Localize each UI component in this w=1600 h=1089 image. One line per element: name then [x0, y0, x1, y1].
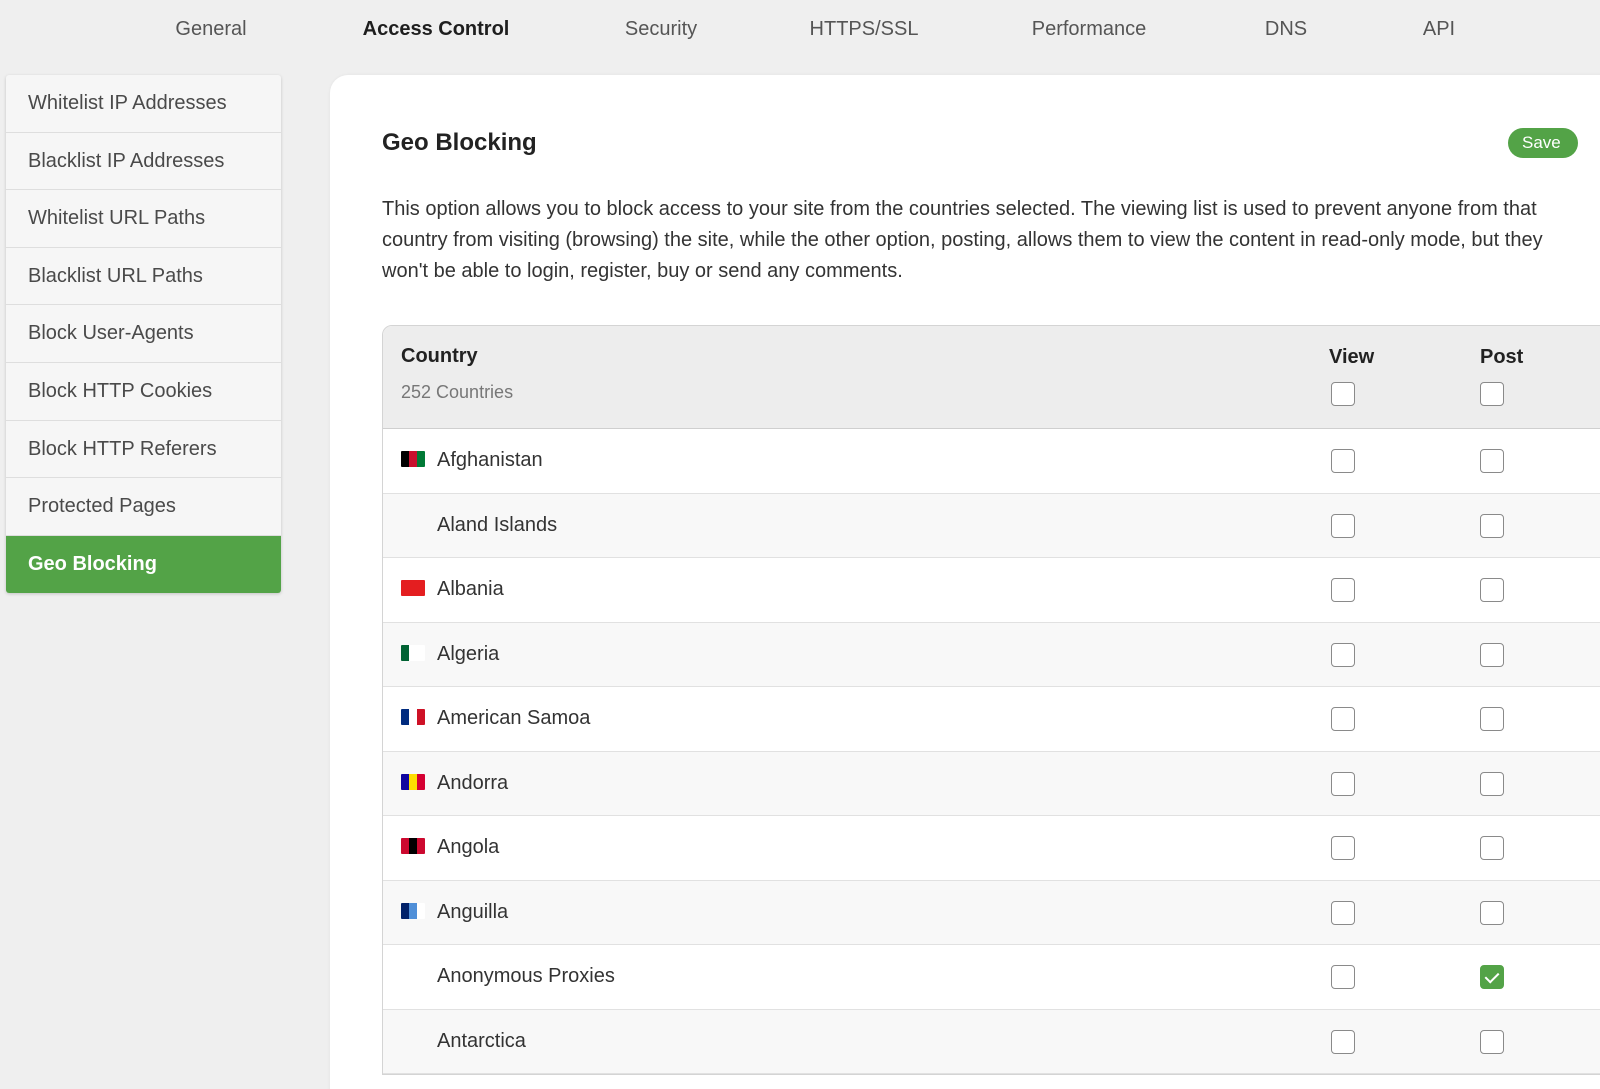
view-select-all-checkbox[interactable] [1331, 382, 1355, 406]
table-row: Andorra [383, 751, 1600, 816]
view-checkbox[interactable] [1331, 836, 1355, 860]
view-checkbox[interactable] [1331, 513, 1355, 538]
country-name: Aland Islands [437, 513, 558, 536]
view-checkbox[interactable] [1331, 578, 1355, 602]
country-flag-icon [401, 580, 425, 596]
post-checkbox[interactable] [1480, 965, 1504, 989]
view-checkbox[interactable] [1331, 449, 1355, 473]
post-checkbox[interactable] [1480, 1029, 1504, 1054]
country-name: Anguilla [437, 900, 509, 923]
country-flag-icon [401, 902, 425, 919]
page-title: Geo Blocking [382, 129, 537, 156]
table-row: Albania [383, 558, 1600, 623]
table-row: Angola [383, 816, 1600, 881]
table-row: Algeria [383, 622, 1600, 687]
country-column-header: Country [401, 345, 478, 367]
sidebar-item-block-http-referers[interactable]: Block HTTP Referers [6, 421, 281, 479]
table-header: Country 252 Countries View Post [383, 326, 1600, 429]
view-column-header: View [1329, 346, 1375, 368]
tab-access-control[interactable]: Access Control [363, 18, 510, 41]
sidebar-item-whitelist-url-paths[interactable]: Whitelist URL Paths [6, 190, 281, 248]
geo-blocking-panel: Geo Blocking Save This option allows you… [330, 75, 1600, 1089]
table-row: Antarctica [383, 1009, 1600, 1074]
view-checkbox[interactable] [1331, 771, 1355, 796]
table-row: Anonymous Proxies [383, 945, 1600, 1010]
tab-security[interactable]: Security [625, 18, 697, 41]
country-count: 252 Countries [401, 382, 514, 402]
post-checkbox[interactable] [1480, 836, 1504, 860]
country-name: Albania [437, 578, 504, 600]
post-select-all-checkbox[interactable] [1480, 382, 1504, 406]
top-navigation: General Access Control Security HTTPS/SSL Pe… [0, 0, 1600, 66]
country-flag-icon [401, 773, 425, 790]
table-row: Afghanistan [383, 429, 1600, 494]
country-flag-icon [401, 709, 425, 725]
post-checkbox[interactable] [1480, 900, 1504, 925]
country-name: Algeria [437, 642, 500, 665]
sidebar-item-blacklist-url-paths[interactable]: Blacklist URL Paths [6, 248, 281, 306]
page-description: This option allows you to block access t… [382, 198, 1543, 282]
view-checkbox[interactable] [1331, 1029, 1355, 1054]
table-row: Aland Islands [383, 493, 1600, 558]
tab-https-ssl[interactable]: HTTPS/SSL [810, 18, 919, 41]
post-checkbox[interactable] [1480, 771, 1504, 796]
country-name: Andorra [437, 771, 509, 794]
post-checkbox[interactable] [1480, 449, 1504, 473]
tab-performance[interactable]: Performance [1032, 18, 1147, 41]
post-checkbox[interactable] [1480, 578, 1504, 602]
view-checkbox[interactable] [1331, 707, 1355, 731]
save-button[interactable]: Save [1508, 128, 1578, 158]
country-flag-icon [401, 451, 425, 467]
sidebar-item-protected-pages[interactable]: Protected Pages [6, 478, 281, 536]
view-checkbox[interactable] [1331, 965, 1355, 989]
table-body: Afghanistan Aland Islands Albania Algeria Am… [383, 429, 1600, 1074]
tab-dns[interactable]: DNS [1265, 18, 1307, 41]
country-name: Anonymous Proxies [437, 965, 615, 987]
post-checkbox[interactable] [1480, 707, 1504, 731]
sidebar-item-geo-blocking[interactable]: Geo Blocking [6, 535, 281, 594]
sidebar-item-block-http-cookies[interactable]: Block HTTP Cookies [6, 363, 281, 421]
post-checkbox[interactable] [1480, 513, 1504, 538]
country-name: Afghanistan [437, 449, 543, 471]
sidebar-item-whitelist-ip-addresses[interactable]: Whitelist IP Addresses [6, 75, 281, 133]
sidebar-menu: Whitelist IP Addresses Blacklist IP Addre… [6, 75, 281, 594]
sidebar-item-block-user-agents[interactable]: Block User-Agents [6, 305, 281, 363]
post-column-header: Post [1480, 346, 1524, 368]
table-row: Anguilla [383, 880, 1600, 945]
country-name: American Samoa [437, 707, 591, 729]
sidebar-item-blacklist-ip-addresses[interactable]: Blacklist IP Addresses [6, 133, 281, 191]
country-name: Angola [437, 836, 500, 858]
country-name: Antarctica [437, 1029, 526, 1052]
post-checkbox[interactable] [1480, 642, 1504, 667]
country-flag-icon [401, 838, 425, 854]
view-checkbox[interactable] [1331, 642, 1355, 667]
tab-general[interactable]: General [175, 18, 246, 41]
view-checkbox[interactable] [1331, 900, 1355, 925]
country-flag-icon [401, 644, 425, 661]
tab-api[interactable]: API [1423, 18, 1455, 41]
countries-table: Country 252 Countries View Post Afghanis… [382, 325, 1600, 1075]
table-row: American Samoa [383, 687, 1600, 752]
